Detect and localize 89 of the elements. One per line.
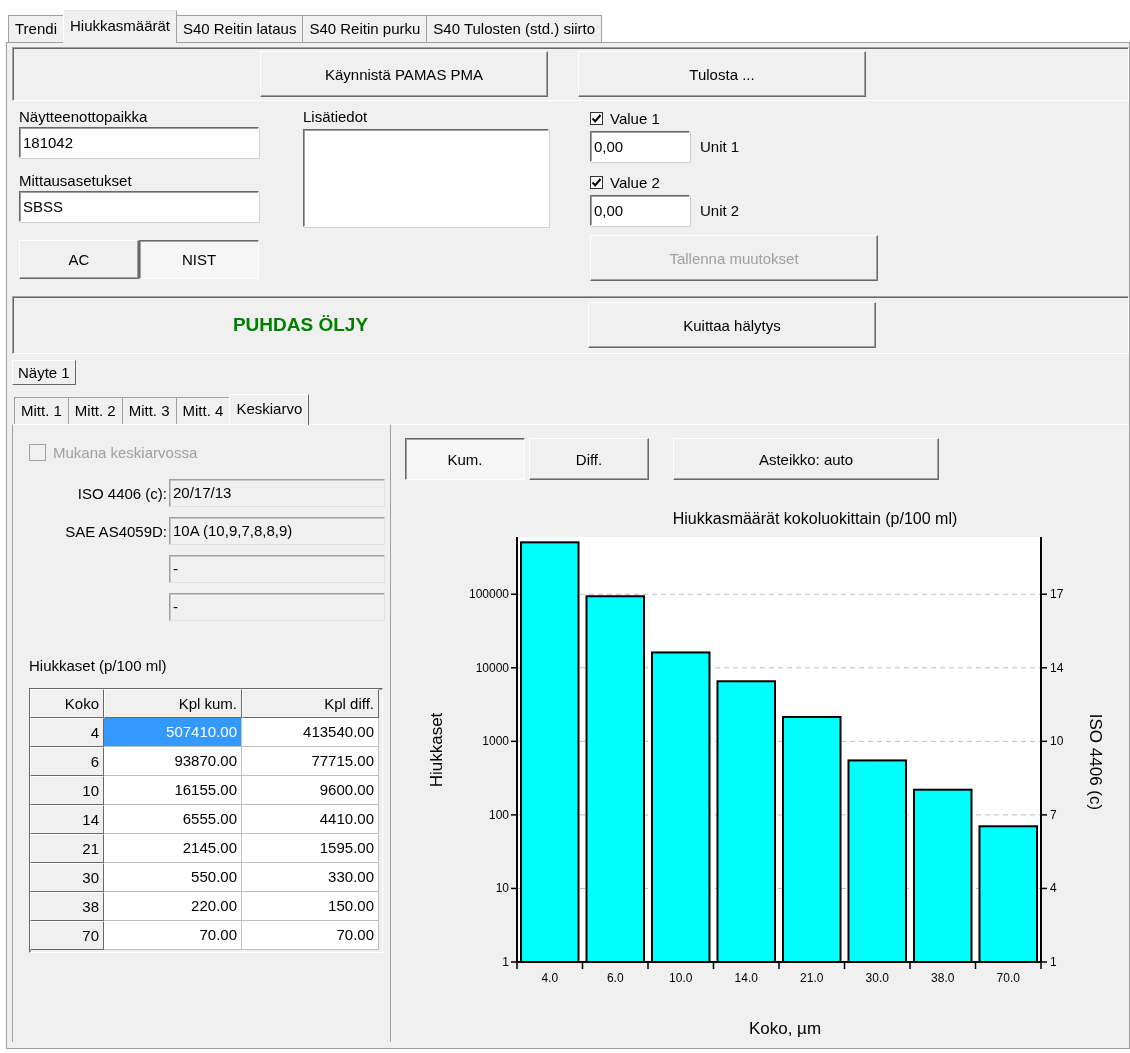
table-cell[interactable]: 93870.00	[104, 747, 242, 776]
checkbox-label: Value 2	[610, 173, 660, 191]
checkbox[interactable]	[590, 111, 603, 125]
table-cell[interactable]: 6555.00	[104, 805, 242, 834]
action-button[interactable]: Tulosta ...	[578, 51, 866, 97]
axis-tick-label: 21.0	[800, 971, 824, 985]
axis-tick-label: 38.0	[931, 971, 955, 985]
row-header[interactable]: 21	[30, 834, 104, 863]
row-header[interactable]: 4	[30, 718, 104, 747]
axis-tick-label: 1000	[482, 734, 509, 749]
field-label: Näytteenottopaikka	[19, 107, 148, 127]
row-header[interactable]: 30	[30, 863, 104, 892]
table-cell[interactable]: 2145.00	[104, 834, 242, 863]
axis-tick-label: 14	[1050, 660, 1064, 675]
row-header[interactable]: 38	[30, 892, 104, 921]
axis-tick-label: 4	[1050, 881, 1057, 896]
table-title: Hiukkaset (p/100 ml)	[29, 657, 167, 674]
readonly-field: 10A (10,9,7,8,8,9)	[169, 517, 385, 545]
axis-tick-label: 70.0	[996, 971, 1020, 985]
axis-tick-label: 10	[1050, 734, 1064, 749]
toggle-button[interactable]: NIST	[139, 240, 259, 279]
axis-tick-label: 100	[488, 807, 509, 822]
field-label: ISO 4406 (c):	[77, 484, 167, 502]
table-cell[interactable]: 77715.00	[242, 747, 379, 776]
input-field[interactable]: SBSS	[19, 191, 259, 222]
scale-button[interactable]: Asteikko: auto	[673, 438, 939, 480]
tab[interactable]: Trendi	[8, 15, 64, 42]
tab[interactable]: S40 Tulosten (std.) siirto	[426, 15, 603, 42]
checkbox-label: Value 1	[610, 109, 660, 127]
x-axis-title: Koko, µm	[748, 1019, 822, 1038]
action-button[interactable]: Käynnistä PAMAS PMA	[260, 51, 548, 97]
row-header[interactable]: 6	[30, 747, 104, 776]
tab[interactable]: S40 Reitin lataus	[176, 15, 304, 42]
axis-tick-label: 10.0	[669, 971, 693, 985]
table-cell[interactable]: 1595.00	[242, 834, 379, 863]
axis-tick-label: 17	[1050, 587, 1064, 602]
field-label: SAE AS4059D:	[65, 522, 167, 540]
table-cell[interactable]: 150.00	[242, 892, 379, 921]
column-header[interactable]: Kpl kum.	[104, 689, 242, 718]
status-text: PUHDAS ÖLJY	[232, 314, 369, 336]
axis-tick-label: 30.0	[865, 971, 889, 985]
unit-label: Unit 1	[700, 137, 740, 155]
tab[interactable]: Hiukkasmäärät	[62, 10, 177, 43]
axis-tick-label: 1	[1050, 955, 1057, 969]
table-cell[interactable]: 70.00	[242, 921, 379, 950]
tab[interactable]: Mitt. 1	[14, 397, 69, 424]
axis-tick-label: 100000	[468, 587, 509, 602]
table-cell[interactable]: 9600.00	[242, 776, 379, 805]
table-cell[interactable]: 220.00	[104, 892, 242, 921]
axis-tick-label: 1	[502, 955, 509, 969]
notes-field[interactable]	[303, 129, 549, 227]
axis-tick-label: 10000	[475, 660, 509, 675]
unit-label: Unit 2	[700, 201, 740, 219]
y-axis-title: ISO 4406 (c)	[1086, 713, 1105, 811]
row-header[interactable]: 70	[30, 921, 104, 950]
readonly-field: -	[169, 555, 385, 583]
row-header[interactable]: 14	[30, 805, 104, 834]
row-header[interactable]: 10	[30, 776, 104, 805]
axis-tick-label: 10	[495, 881, 509, 896]
input-field[interactable]: 0,00	[590, 194, 690, 226]
checkbox-label: Mukana keskiarvossa	[53, 443, 198, 461]
table-cell[interactable]: 16155.00	[104, 776, 242, 805]
table-cell[interactable]: 4410.00	[242, 805, 379, 834]
column-header[interactable]: Koko	[30, 689, 104, 718]
input-field[interactable]: 0,00	[590, 130, 690, 162]
readonly-field: 20/17/13	[169, 479, 385, 507]
toggle-button[interactable]: Diff.	[529, 438, 649, 480]
input-field[interactable]: 181042	[19, 127, 259, 158]
table-cell[interactable]: 70.00	[104, 921, 242, 950]
tab[interactable]: Keskiarvo	[229, 394, 310, 425]
field-label: Lisätiedot	[303, 107, 368, 127]
acknowledge-button[interactable]: Kuittaa hälytys	[588, 302, 876, 348]
table-cell[interactable]: 330.00	[242, 863, 379, 892]
checkbox[interactable]	[590, 175, 603, 189]
column-header[interactable]: Kpl diff.	[242, 689, 379, 718]
toggle-button[interactable]: AC	[19, 240, 139, 279]
readonly-field: -	[169, 593, 385, 621]
table-cell[interactable]: 550.00	[104, 863, 242, 892]
tab[interactable]: Näyte 1	[12, 360, 76, 385]
axis-tick-label: 4.0	[541, 971, 559, 985]
toggle-button[interactable]: Kum.	[405, 438, 525, 480]
y-axis-title: Hiukkaset	[427, 712, 446, 788]
tab[interactable]: S40 Reitin purku	[302, 15, 428, 42]
field-label: Mittausasetukset	[19, 171, 132, 191]
axis-tick-label: 7	[1050, 807, 1057, 822]
axis-tick-label: 6.0	[606, 971, 624, 985]
axis-tick-label: 14.0	[734, 971, 758, 985]
chart-title: Hiukkasmäärät kokoluokittain (p/100 ml)	[672, 510, 958, 527]
table-cell[interactable]: 413540.00	[242, 718, 379, 747]
